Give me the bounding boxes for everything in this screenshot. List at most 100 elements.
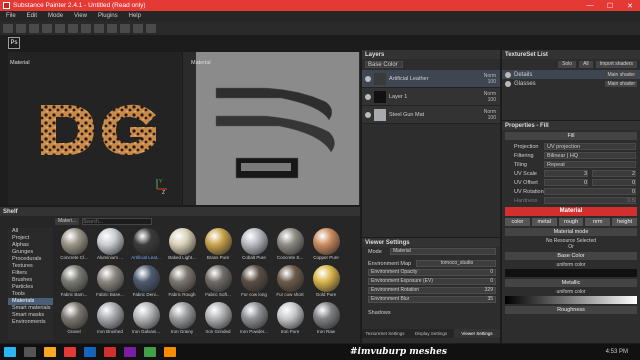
shelf-category[interactable]: All [8, 228, 53, 235]
material-thumbnail[interactable]: Fur cow short [274, 265, 306, 302]
shelf-category[interactable]: Project [8, 235, 53, 242]
menu-plugins[interactable]: Plugins [98, 13, 118, 19]
shelf-category[interactable]: Filters [8, 270, 53, 277]
material-thumbnail[interactable]: Iron Pure [274, 302, 306, 339]
tab-display-settings[interactable]: Display Settings [408, 329, 454, 338]
material-thumbnail[interactable]: Fabric Base... [94, 265, 126, 302]
metallic-slider[interactable] [505, 296, 637, 304]
material-thumbnail[interactable]: Iron Grinded [202, 302, 234, 339]
shader-dropdown[interactable]: Main shader [605, 80, 637, 87]
windows-start-icon[interactable] [4, 347, 16, 357]
shelf-category[interactable]: Particles [8, 284, 53, 291]
material-thumbnail[interactable]: Gravel [58, 302, 90, 339]
shelf-search-input[interactable] [82, 218, 153, 225]
symmetry-icon[interactable] [107, 23, 117, 33]
color-chip[interactable]: color [505, 218, 530, 226]
minimize-button[interactable]: — [580, 2, 600, 10]
eye-icon[interactable] [365, 93, 371, 100]
height-chip[interactable]: height [612, 218, 637, 226]
layer-opacity[interactable]: 100 [474, 115, 496, 121]
substance-painter-icon[interactable] [104, 347, 116, 357]
tab-viewer-settings[interactable]: Viewer Settings [454, 329, 500, 338]
material-thumbnail[interactable]: Iron Brushed [94, 302, 126, 339]
env-opacity-slider[interactable]: Environment Opacity 0 [368, 269, 496, 276]
import-shaders-button[interactable]: Import shaders [595, 61, 637, 68]
filtering-dropdown[interactable]: Bilinear | HQ [544, 152, 636, 159]
envmap-picker[interactable]: tomoco_studio [416, 260, 496, 267]
projection-dropdown[interactable]: UV projection [544, 143, 636, 150]
layer-row[interactable]: Layer 1 Norm 100 [362, 88, 500, 106]
shelf-category[interactable]: Textures [8, 263, 53, 270]
mode-dropdown[interactable]: Material [390, 248, 496, 255]
menu-mode[interactable]: Mode [48, 13, 63, 19]
menu-view[interactable]: View [74, 13, 87, 19]
channel-dropdown[interactable]: Base Color [365, 61, 403, 68]
clone-icon[interactable] [68, 23, 78, 33]
uv-scale-x-field[interactable]: 3 [544, 170, 588, 177]
shelf-category[interactable]: Grunges [8, 249, 53, 256]
solo-button[interactable]: Solo [558, 61, 577, 68]
material-thumbnail[interactable]: Iron Galvani... [130, 302, 162, 339]
material-thumbnail[interactable]: Concrete Cl... [58, 228, 90, 265]
task-view-icon[interactable] [24, 347, 36, 357]
shelf-category[interactable]: Smart materials [8, 305, 53, 312]
stencil-icon[interactable] [146, 23, 156, 33]
app-icon[interactable] [124, 347, 136, 357]
base-color-swatch[interactable] [505, 269, 637, 277]
env-rotation-slider[interactable]: Environment Rotation 329 [368, 287, 496, 294]
rough-chip[interactable]: rough [558, 218, 584, 226]
app-icon[interactable] [164, 347, 176, 357]
shelf-category[interactable]: Tools [8, 291, 53, 298]
material-thumbnail[interactable]: Fur cow long [238, 265, 270, 302]
paint-brush-icon[interactable] [3, 23, 13, 33]
material-thumbnail[interactable]: Artificial Leat... [130, 228, 162, 265]
material-picker-icon[interactable] [81, 23, 91, 33]
camera-icon[interactable] [133, 23, 143, 33]
textureset-item[interactable]: Glasses Main shader [502, 79, 640, 88]
projection-icon[interactable] [29, 23, 39, 33]
menu-help[interactable]: Help [129, 13, 141, 19]
shelf-category[interactable]: Alphas [8, 242, 53, 249]
material-section[interactable]: Material [505, 207, 637, 216]
shelf-category[interactable]: Procedurals [8, 256, 53, 263]
material-thumbnail[interactable]: Baked Light... [166, 228, 198, 265]
app-icon[interactable] [144, 347, 156, 357]
maximize-button[interactable]: ☐ [600, 2, 620, 10]
shelf-category[interactable]: Smart masks [8, 312, 53, 319]
material-thumbnail[interactable]: Iron Grainy [166, 302, 198, 339]
eye-icon[interactable] [365, 111, 371, 118]
hardness-slider[interactable]: 0.5 [544, 197, 636, 204]
geometry-mask-icon[interactable] [42, 23, 52, 33]
layer-row[interactable]: Steel Gun Mat Norm 100 [362, 106, 500, 124]
viewport-3d[interactable]: Material Y Z [8, 52, 182, 205]
material-thumbnail[interactable]: Fabric Soft... [202, 265, 234, 302]
shelf-category-selected[interactable]: Materials [8, 298, 53, 305]
opera-icon[interactable] [64, 347, 76, 357]
uv-rotation-slider[interactable]: 0 [544, 188, 636, 195]
bake-icon[interactable] [94, 23, 104, 33]
layer-row[interactable]: Artificial Leather Norm 100 [362, 70, 500, 88]
close-button[interactable]: ✕ [620, 2, 640, 10]
clock[interactable]: 4:53 PM [606, 349, 628, 355]
uv-scale-y-field[interactable]: 2 [592, 170, 636, 177]
smudge-icon[interactable] [55, 23, 65, 33]
material-thumbnail[interactable]: Fabric Rough [166, 265, 198, 302]
material-thumbnail[interactable]: Iron Powder... [238, 302, 270, 339]
material-thumbnail[interactable]: Copper Pure [310, 228, 342, 265]
material-thumbnail[interactable]: Cobalt Pure [238, 228, 270, 265]
tab-textureset-settings[interactable]: TextureSet Settings [362, 329, 408, 338]
radio-icon[interactable] [505, 71, 511, 78]
material-thumbnail[interactable]: Brass Pure [202, 228, 234, 265]
material-thumbnail[interactable]: Concrete S... [274, 228, 306, 265]
eraser-icon[interactable] [16, 23, 26, 33]
material-thumbnail[interactable]: Fabric Deni... [130, 265, 162, 302]
photoshop-export-icon[interactable]: Ps [8, 37, 20, 49]
menu-edit[interactable]: Edit [27, 13, 37, 19]
shader-dropdown[interactable]: Main shader [605, 71, 637, 78]
material-thumbnail[interactable]: Fabric Bam... [58, 265, 90, 302]
layer-opacity[interactable]: 100 [474, 79, 496, 85]
uv-sheet[interactable]: Material [191, 52, 359, 205]
material-thumbnail[interactable]: Aluminium ... [94, 228, 126, 265]
textureset-item[interactable]: Details Main shader [502, 70, 640, 79]
shelf-category[interactable]: Brushes [8, 277, 53, 284]
